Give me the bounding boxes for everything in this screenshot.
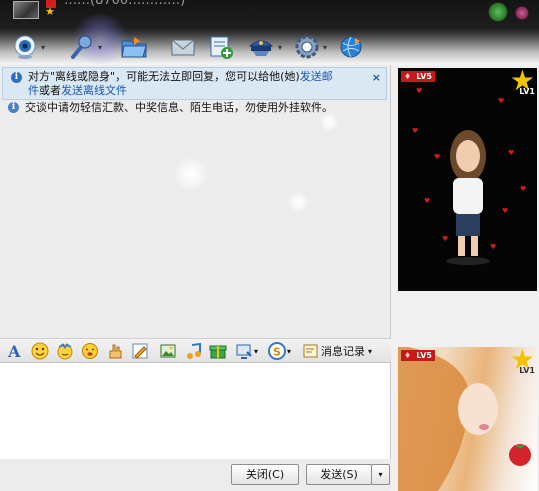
video-button[interactable]: ▾ xyxy=(12,32,45,62)
emoji-button[interactable] xyxy=(31,342,49,360)
heart-decoration: ♥ xyxy=(490,243,497,251)
microphone-icon xyxy=(71,35,92,59)
heart-decoration: ♥ xyxy=(416,87,423,95)
avatar[interactable] xyxy=(13,1,39,19)
offline-notice-line1: 对方"离线或隐身"，可能无法立即回复，您可以给他(她)发送邮 xyxy=(28,70,333,84)
chevron-down-icon: ▾ xyxy=(254,346,259,356)
heart-decoration: ♥ xyxy=(520,185,527,193)
music-button[interactable] xyxy=(185,342,203,360)
message-input[interactable] xyxy=(0,363,391,459)
file-button[interactable] xyxy=(120,32,148,62)
apps-button[interactable] xyxy=(338,32,364,62)
mail-button[interactable] xyxy=(170,32,196,62)
music-icon xyxy=(187,342,201,359)
font-button[interactable]: A xyxy=(6,342,24,360)
magic-face-button[interactable] xyxy=(56,342,74,360)
offline-notice-text: 对方"离线或隐身"，可能无法立即回复，您可以给他(她) xyxy=(28,70,300,83)
send-email-link[interactable]: 发送邮 xyxy=(300,70,333,83)
heart-decoration: ♥ xyxy=(434,153,441,161)
message-history-button[interactable]: 消息记录 ▾ xyxy=(303,342,372,360)
settings-button[interactable]: ▾ xyxy=(294,32,327,62)
security-notice: i 交谈中请勿轻信汇款、中奖信息、陌生电话，勿使用外挂软件。 xyxy=(8,101,378,115)
gift-icon xyxy=(209,345,227,359)
gesture-button[interactable] xyxy=(106,342,124,360)
svg-text:A: A xyxy=(7,342,21,360)
history-icon xyxy=(303,344,318,358)
police-hat-icon xyxy=(248,40,274,56)
s-plugin-icon: S xyxy=(268,342,286,360)
contact-title: ……(8700…………) xyxy=(64,0,186,8)
security-notice-text: 交谈中请勿轻信汇款、中奖信息、陌生电话，勿使用外挂软件。 xyxy=(25,101,333,114)
send-email-link-cont[interactable]: 件 xyxy=(28,84,39,97)
doodle-icon xyxy=(132,343,148,359)
chevron-down-icon: ▾ xyxy=(287,346,292,356)
voice-button[interactable]: ▾ xyxy=(67,32,102,62)
folder-icon xyxy=(121,37,147,58)
add-note-icon xyxy=(210,36,233,59)
send-button[interactable]: 发送(S) xyxy=(306,464,372,485)
webcam-icon xyxy=(14,35,36,59)
heart-decoration: ♥ xyxy=(508,149,515,157)
side-panel: LV5 ★ LV1 ♥ ♥ ♥ ♥ ♥ ♥ ♥ ♥ ♥ ♥ xyxy=(391,65,539,491)
offline-notice-line2: 件或者发送离线文件 xyxy=(28,84,127,98)
skin-decoration xyxy=(287,191,309,213)
shake-button[interactable] xyxy=(81,342,99,360)
message-area[interactable]: i 对方"离线或隐身"，可能无法立即回复，您可以给他(她)发送邮 件或者发送离线… xyxy=(0,65,391,338)
skin-decoration xyxy=(174,157,208,191)
globe-icon xyxy=(340,36,362,58)
s-plugin-button[interactable]: S ▾ xyxy=(268,342,291,360)
level-badge: LV5 xyxy=(401,350,435,361)
smiley-icon xyxy=(31,342,49,360)
font-icon: A xyxy=(7,342,21,360)
skin-decoration xyxy=(515,6,529,20)
chevron-down-icon: ▾ xyxy=(368,346,373,356)
heart-decoration: ♥ xyxy=(498,97,505,105)
title-bar: ★ ……(8700…………) ▾ ▾ ▾ ▾ xyxy=(0,0,539,72)
offline-notice: i 对方"离线或隐身"，可能无法立即回复，您可以给他(她)发送邮 件或者发送离线… xyxy=(2,67,387,100)
envelope-icon xyxy=(171,39,195,56)
shake-icon xyxy=(82,343,98,359)
chevron-down-icon: ▾ xyxy=(98,42,103,52)
send-options-button[interactable]: ▾ xyxy=(371,464,390,485)
security-button[interactable]: ▾ xyxy=(247,32,282,62)
screenshot-icon xyxy=(236,344,252,359)
gear-icon xyxy=(295,35,319,59)
skin-decoration xyxy=(488,2,508,22)
vip-star-icon: ★ xyxy=(45,5,55,18)
magic-face-icon xyxy=(57,343,73,360)
picture-button[interactable] xyxy=(159,342,177,360)
heart-decoration: ♥ xyxy=(412,127,419,135)
svg-text:S: S xyxy=(273,346,281,359)
my-show-image[interactable]: LV5 ★ LV1 xyxy=(398,347,537,491)
heart-decoration: ♥ xyxy=(502,207,509,215)
contact-show-image[interactable]: LV5 ★ LV1 ♥ ♥ ♥ ♥ ♥ ♥ ♥ ♥ ♥ ♥ xyxy=(398,68,537,291)
add-button[interactable] xyxy=(208,32,234,62)
chat-window: ★ ……(8700…………) ▾ ▾ ▾ ▾ i 对方"离线或隐身"，可能无法立… xyxy=(0,0,539,491)
show-figure xyxy=(446,130,490,265)
info-icon: i xyxy=(11,72,22,83)
gift-button[interactable] xyxy=(209,342,227,360)
close-notice-icon[interactable]: × xyxy=(372,71,381,84)
message-history-label: 消息记录 xyxy=(321,345,365,358)
offline-notice-or: 或者 xyxy=(39,84,61,97)
gesture-icon xyxy=(109,344,122,359)
picture-icon xyxy=(160,344,176,358)
chevron-down-icon: ▾ xyxy=(323,42,328,52)
screenshot-button[interactable]: ▾ xyxy=(235,342,258,360)
input-toolbar: A ▾ S ▾ 消息记录 ▾ xyxy=(0,338,391,363)
chevron-down-icon: ▾ xyxy=(41,42,46,52)
send-offline-file-link[interactable]: 发送离线文件 xyxy=(61,84,127,97)
chevron-down-icon: ▾ xyxy=(278,42,283,52)
bottom-bar: 关闭(C) 发送(S) ▾ xyxy=(0,459,391,491)
close-button[interactable]: 关闭(C) xyxy=(231,464,299,485)
heart-decoration: ♥ xyxy=(442,235,449,243)
skin-decoration xyxy=(320,113,338,131)
doodle-button[interactable] xyxy=(131,342,149,360)
level-tag: LV1 xyxy=(519,366,535,375)
heart-decoration: ♥ xyxy=(424,197,431,205)
info-icon: i xyxy=(8,102,19,113)
